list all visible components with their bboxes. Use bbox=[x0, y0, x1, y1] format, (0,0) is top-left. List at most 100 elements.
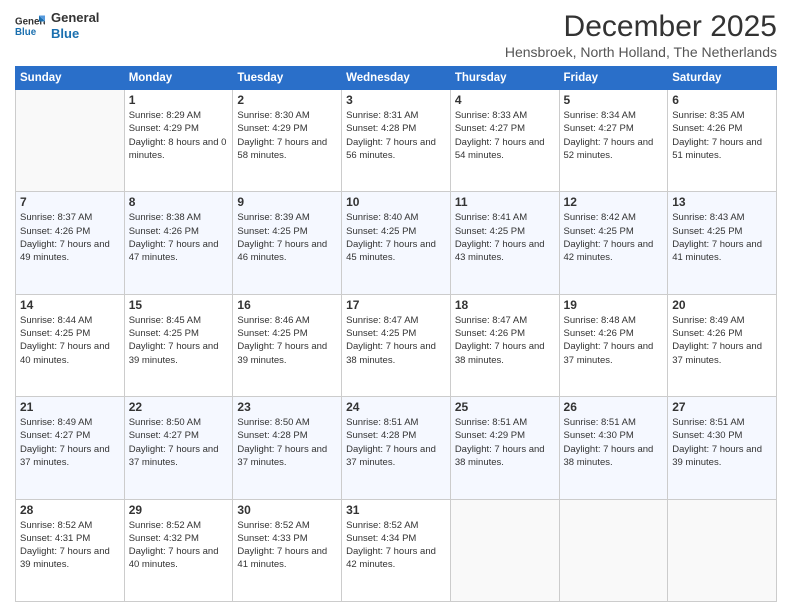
calendar-cell: 10 Sunrise: 8:40 AM Sunset: 4:25 PM Dayl… bbox=[342, 192, 451, 294]
weekday-header: Sunday bbox=[16, 67, 125, 90]
daylight-text: Daylight: 7 hours and 38 minutes. bbox=[455, 444, 545, 468]
sunrise-text: Sunrise: 8:45 AM bbox=[129, 315, 201, 326]
daylight-text: Daylight: 7 hours and 37 minutes. bbox=[672, 341, 762, 365]
sunrise-text: Sunrise: 8:49 AM bbox=[672, 315, 744, 326]
day-number: 6 bbox=[672, 93, 772, 107]
sunset-text: Sunset: 4:28 PM bbox=[346, 430, 416, 441]
subtitle: Hensbroek, North Holland, The Netherland… bbox=[505, 44, 777, 60]
day-info: Sunrise: 8:45 AM Sunset: 4:25 PM Dayligh… bbox=[129, 314, 229, 367]
daylight-text: Daylight: 7 hours and 40 minutes. bbox=[129, 546, 219, 570]
calendar-body: 1 Sunrise: 8:29 AM Sunset: 4:29 PM Dayli… bbox=[16, 90, 777, 602]
day-info: Sunrise: 8:42 AM Sunset: 4:25 PM Dayligh… bbox=[564, 211, 664, 264]
weekday-header: Saturday bbox=[668, 67, 777, 90]
calendar-cell: 18 Sunrise: 8:47 AM Sunset: 4:26 PM Dayl… bbox=[450, 294, 559, 396]
day-info: Sunrise: 8:37 AM Sunset: 4:26 PM Dayligh… bbox=[20, 211, 120, 264]
daylight-text: Daylight: 7 hours and 37 minutes. bbox=[129, 444, 219, 468]
daylight-text: Daylight: 7 hours and 46 minutes. bbox=[237, 239, 327, 263]
day-number: 27 bbox=[672, 400, 772, 414]
sunset-text: Sunset: 4:34 PM bbox=[346, 533, 416, 544]
daylight-text: Daylight: 7 hours and 43 minutes. bbox=[455, 239, 545, 263]
day-number: 19 bbox=[564, 298, 664, 312]
calendar-cell bbox=[450, 499, 559, 601]
day-info: Sunrise: 8:50 AM Sunset: 4:27 PM Dayligh… bbox=[129, 416, 229, 469]
day-info: Sunrise: 8:33 AM Sunset: 4:27 PM Dayligh… bbox=[455, 109, 555, 162]
sunset-text: Sunset: 4:27 PM bbox=[129, 430, 199, 441]
calendar-cell: 31 Sunrise: 8:52 AM Sunset: 4:34 PM Dayl… bbox=[342, 499, 451, 601]
day-info: Sunrise: 8:51 AM Sunset: 4:28 PM Dayligh… bbox=[346, 416, 446, 469]
sunset-text: Sunset: 4:27 PM bbox=[455, 123, 525, 134]
sunrise-text: Sunrise: 8:48 AM bbox=[564, 315, 636, 326]
daylight-text: Daylight: 7 hours and 40 minutes. bbox=[20, 341, 110, 365]
calendar-cell: 16 Sunrise: 8:46 AM Sunset: 4:25 PM Dayl… bbox=[233, 294, 342, 396]
day-number: 31 bbox=[346, 503, 446, 517]
sunset-text: Sunset: 4:31 PM bbox=[20, 533, 90, 544]
day-number: 13 bbox=[672, 195, 772, 209]
calendar-cell: 15 Sunrise: 8:45 AM Sunset: 4:25 PM Dayl… bbox=[124, 294, 233, 396]
sunset-text: Sunset: 4:26 PM bbox=[564, 328, 634, 339]
sunrise-text: Sunrise: 8:50 AM bbox=[129, 417, 201, 428]
daylight-text: Daylight: 7 hours and 38 minutes. bbox=[564, 444, 654, 468]
day-info: Sunrise: 8:29 AM Sunset: 4:29 PM Dayligh… bbox=[129, 109, 229, 162]
calendar-week-row: 21 Sunrise: 8:49 AM Sunset: 4:27 PM Dayl… bbox=[16, 397, 777, 499]
sunset-text: Sunset: 4:25 PM bbox=[346, 328, 416, 339]
calendar-cell: 26 Sunrise: 8:51 AM Sunset: 4:30 PM Dayl… bbox=[559, 397, 668, 499]
day-number: 11 bbox=[455, 195, 555, 209]
calendar-cell: 13 Sunrise: 8:43 AM Sunset: 4:25 PM Dayl… bbox=[668, 192, 777, 294]
sunset-text: Sunset: 4:28 PM bbox=[237, 430, 307, 441]
day-info: Sunrise: 8:49 AM Sunset: 4:27 PM Dayligh… bbox=[20, 416, 120, 469]
day-number: 1 bbox=[129, 93, 229, 107]
daylight-text: Daylight: 7 hours and 37 minutes. bbox=[237, 444, 327, 468]
sunrise-text: Sunrise: 8:30 AM bbox=[237, 110, 309, 121]
day-number: 20 bbox=[672, 298, 772, 312]
sunset-text: Sunset: 4:25 PM bbox=[237, 328, 307, 339]
calendar-cell: 14 Sunrise: 8:44 AM Sunset: 4:25 PM Dayl… bbox=[16, 294, 125, 396]
sunrise-text: Sunrise: 8:29 AM bbox=[129, 110, 201, 121]
calendar-week-row: 1 Sunrise: 8:29 AM Sunset: 4:29 PM Dayli… bbox=[16, 90, 777, 192]
daylight-text: Daylight: 7 hours and 37 minutes. bbox=[346, 444, 436, 468]
calendar-cell: 22 Sunrise: 8:50 AM Sunset: 4:27 PM Dayl… bbox=[124, 397, 233, 499]
day-info: Sunrise: 8:52 AM Sunset: 4:32 PM Dayligh… bbox=[129, 519, 229, 572]
day-info: Sunrise: 8:39 AM Sunset: 4:25 PM Dayligh… bbox=[237, 211, 337, 264]
day-number: 30 bbox=[237, 503, 337, 517]
calendar-cell: 8 Sunrise: 8:38 AM Sunset: 4:26 PM Dayli… bbox=[124, 192, 233, 294]
sunrise-text: Sunrise: 8:46 AM bbox=[237, 315, 309, 326]
daylight-text: Daylight: 7 hours and 37 minutes. bbox=[20, 444, 110, 468]
day-number: 12 bbox=[564, 195, 664, 209]
calendar-cell: 9 Sunrise: 8:39 AM Sunset: 4:25 PM Dayli… bbox=[233, 192, 342, 294]
day-number: 9 bbox=[237, 195, 337, 209]
daylight-text: Daylight: 7 hours and 51 minutes. bbox=[672, 137, 762, 161]
daylight-text: Daylight: 7 hours and 38 minutes. bbox=[346, 341, 436, 365]
calendar-cell: 28 Sunrise: 8:52 AM Sunset: 4:31 PM Dayl… bbox=[16, 499, 125, 601]
day-number: 5 bbox=[564, 93, 664, 107]
calendar-cell: 17 Sunrise: 8:47 AM Sunset: 4:25 PM Dayl… bbox=[342, 294, 451, 396]
sunrise-text: Sunrise: 8:47 AM bbox=[346, 315, 418, 326]
sunrise-text: Sunrise: 8:33 AM bbox=[455, 110, 527, 121]
sunrise-text: Sunrise: 8:49 AM bbox=[20, 417, 92, 428]
daylight-text: Daylight: 7 hours and 42 minutes. bbox=[564, 239, 654, 263]
sunset-text: Sunset: 4:25 PM bbox=[672, 226, 742, 237]
daylight-text: Daylight: 7 hours and 54 minutes. bbox=[455, 137, 545, 161]
day-number: 25 bbox=[455, 400, 555, 414]
sunset-text: Sunset: 4:25 PM bbox=[346, 226, 416, 237]
sunset-text: Sunset: 4:26 PM bbox=[129, 226, 199, 237]
day-number: 23 bbox=[237, 400, 337, 414]
day-number: 17 bbox=[346, 298, 446, 312]
day-number: 16 bbox=[237, 298, 337, 312]
sunrise-text: Sunrise: 8:51 AM bbox=[346, 417, 418, 428]
day-info: Sunrise: 8:52 AM Sunset: 4:31 PM Dayligh… bbox=[20, 519, 120, 572]
calendar-cell: 27 Sunrise: 8:51 AM Sunset: 4:30 PM Dayl… bbox=[668, 397, 777, 499]
calendar-cell: 19 Sunrise: 8:48 AM Sunset: 4:26 PM Dayl… bbox=[559, 294, 668, 396]
daylight-text: Daylight: 7 hours and 42 minutes. bbox=[346, 546, 436, 570]
daylight-text: Daylight: 8 hours and 0 minutes. bbox=[129, 137, 227, 161]
day-number: 29 bbox=[129, 503, 229, 517]
sunset-text: Sunset: 4:30 PM bbox=[672, 430, 742, 441]
day-number: 24 bbox=[346, 400, 446, 414]
header-row: SundayMondayTuesdayWednesdayThursdayFrid… bbox=[16, 67, 777, 90]
daylight-text: Daylight: 7 hours and 41 minutes. bbox=[237, 546, 327, 570]
daylight-text: Daylight: 7 hours and 41 minutes. bbox=[672, 239, 762, 263]
day-info: Sunrise: 8:47 AM Sunset: 4:26 PM Dayligh… bbox=[455, 314, 555, 367]
sunrise-text: Sunrise: 8:31 AM bbox=[346, 110, 418, 121]
day-number: 18 bbox=[455, 298, 555, 312]
calendar-cell: 25 Sunrise: 8:51 AM Sunset: 4:29 PM Dayl… bbox=[450, 397, 559, 499]
day-info: Sunrise: 8:47 AM Sunset: 4:25 PM Dayligh… bbox=[346, 314, 446, 367]
